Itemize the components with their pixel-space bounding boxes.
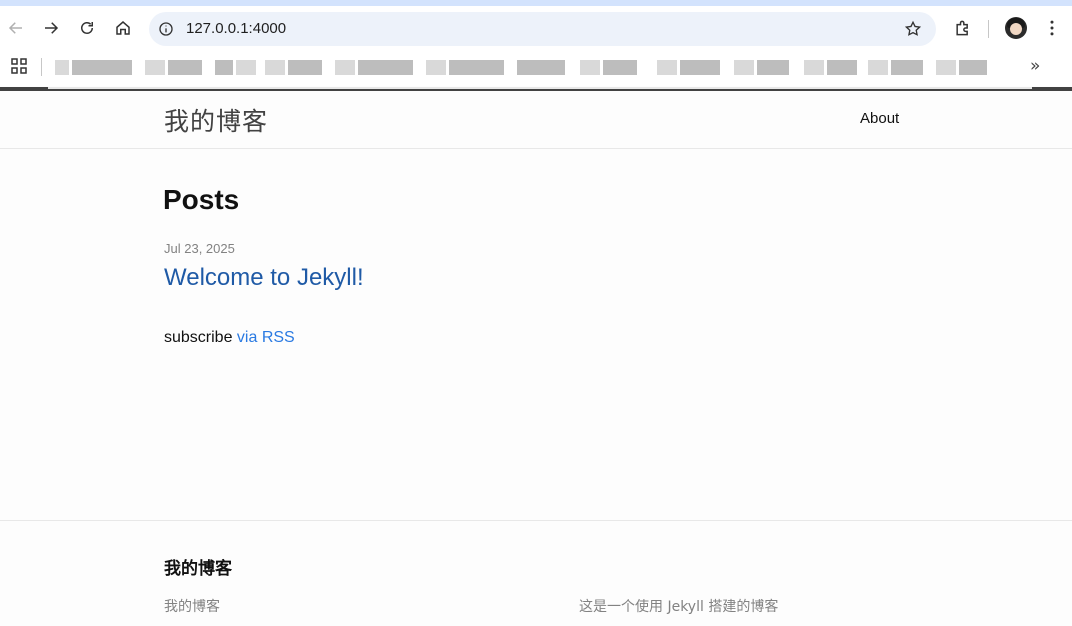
rss-link[interactable]: via RSS bbox=[237, 329, 295, 346]
url-text[interactable]: 127.0.0.1:4000 bbox=[186, 20, 286, 37]
browser-toolbar: 127.0.0.1:4000 bbox=[0, 6, 1072, 50]
extensions-button[interactable] bbox=[951, 16, 975, 40]
toolbar-divider bbox=[988, 20, 989, 38]
bookmark-item[interactable] bbox=[517, 60, 565, 75]
back-arrow-icon bbox=[8, 22, 22, 34]
profile-avatar[interactable] bbox=[1005, 17, 1027, 39]
bookmark-item[interactable] bbox=[426, 60, 504, 75]
puzzle-icon bbox=[956, 20, 968, 36]
rss-subscribe: subscribe via RSS bbox=[164, 329, 295, 347]
apps-grid-icon[interactable] bbox=[11, 58, 27, 74]
forward-button[interactable] bbox=[39, 16, 63, 40]
footer-description: 这是一个使用 Jekyll 搭建的博客 bbox=[579, 599, 779, 615]
home-button[interactable] bbox=[111, 16, 135, 40]
avatar-face bbox=[1010, 23, 1022, 35]
more-vert-icon bbox=[1050, 20, 1054, 36]
bookmark-item[interactable] bbox=[868, 60, 923, 75]
bookmarks-overflow-button[interactable]: » bbox=[1030, 56, 1040, 76]
bookmark-item[interactable] bbox=[804, 60, 857, 75]
bookmark-item[interactable] bbox=[215, 60, 256, 75]
bookmark-star-icon[interactable] bbox=[904, 20, 922, 38]
page-heading: Posts bbox=[163, 184, 240, 215]
bookmark-item[interactable] bbox=[580, 60, 637, 75]
footer-site-name: 我的博客 bbox=[164, 599, 220, 615]
bookmark-item[interactable] bbox=[55, 60, 132, 75]
footer-heading: 我的博客 bbox=[164, 559, 232, 579]
reload-button[interactable] bbox=[75, 16, 99, 40]
bookmark-item[interactable] bbox=[145, 60, 202, 75]
bookmark-item[interactable] bbox=[335, 60, 413, 75]
post-date: Jul 23, 2025 bbox=[164, 241, 235, 256]
bookmark-item[interactable] bbox=[265, 60, 322, 75]
bookmark-item[interactable] bbox=[734, 60, 789, 75]
back-button[interactable] bbox=[4, 16, 28, 40]
bookmark-item[interactable] bbox=[657, 60, 720, 75]
browser-menu-button[interactable] bbox=[1040, 16, 1064, 40]
post-title-link[interactable]: Welcome to Jekyll! bbox=[164, 264, 364, 292]
forward-arrow-icon bbox=[45, 22, 59, 34]
nav-link-about[interactable]: About bbox=[860, 110, 899, 127]
address-bar[interactable]: 127.0.0.1:4000 bbox=[149, 12, 936, 46]
home-icon bbox=[116, 21, 130, 35]
bookmarks-bar: » bbox=[0, 50, 1072, 86]
site-title-link[interactable]: 我的博客 bbox=[164, 102, 268, 138]
site-header: 我的博客 About bbox=[0, 91, 1072, 149]
site-footer: 我的博客 我的博客 这是一个使用 Jekyll 搭建的博客 bbox=[0, 520, 1072, 626]
bookmarks-divider bbox=[41, 58, 42, 76]
reload-icon bbox=[81, 22, 93, 34]
bookmark-item[interactable] bbox=[936, 60, 987, 75]
subscribe-text: subscribe bbox=[164, 329, 237, 346]
site-info-icon[interactable] bbox=[158, 21, 174, 37]
